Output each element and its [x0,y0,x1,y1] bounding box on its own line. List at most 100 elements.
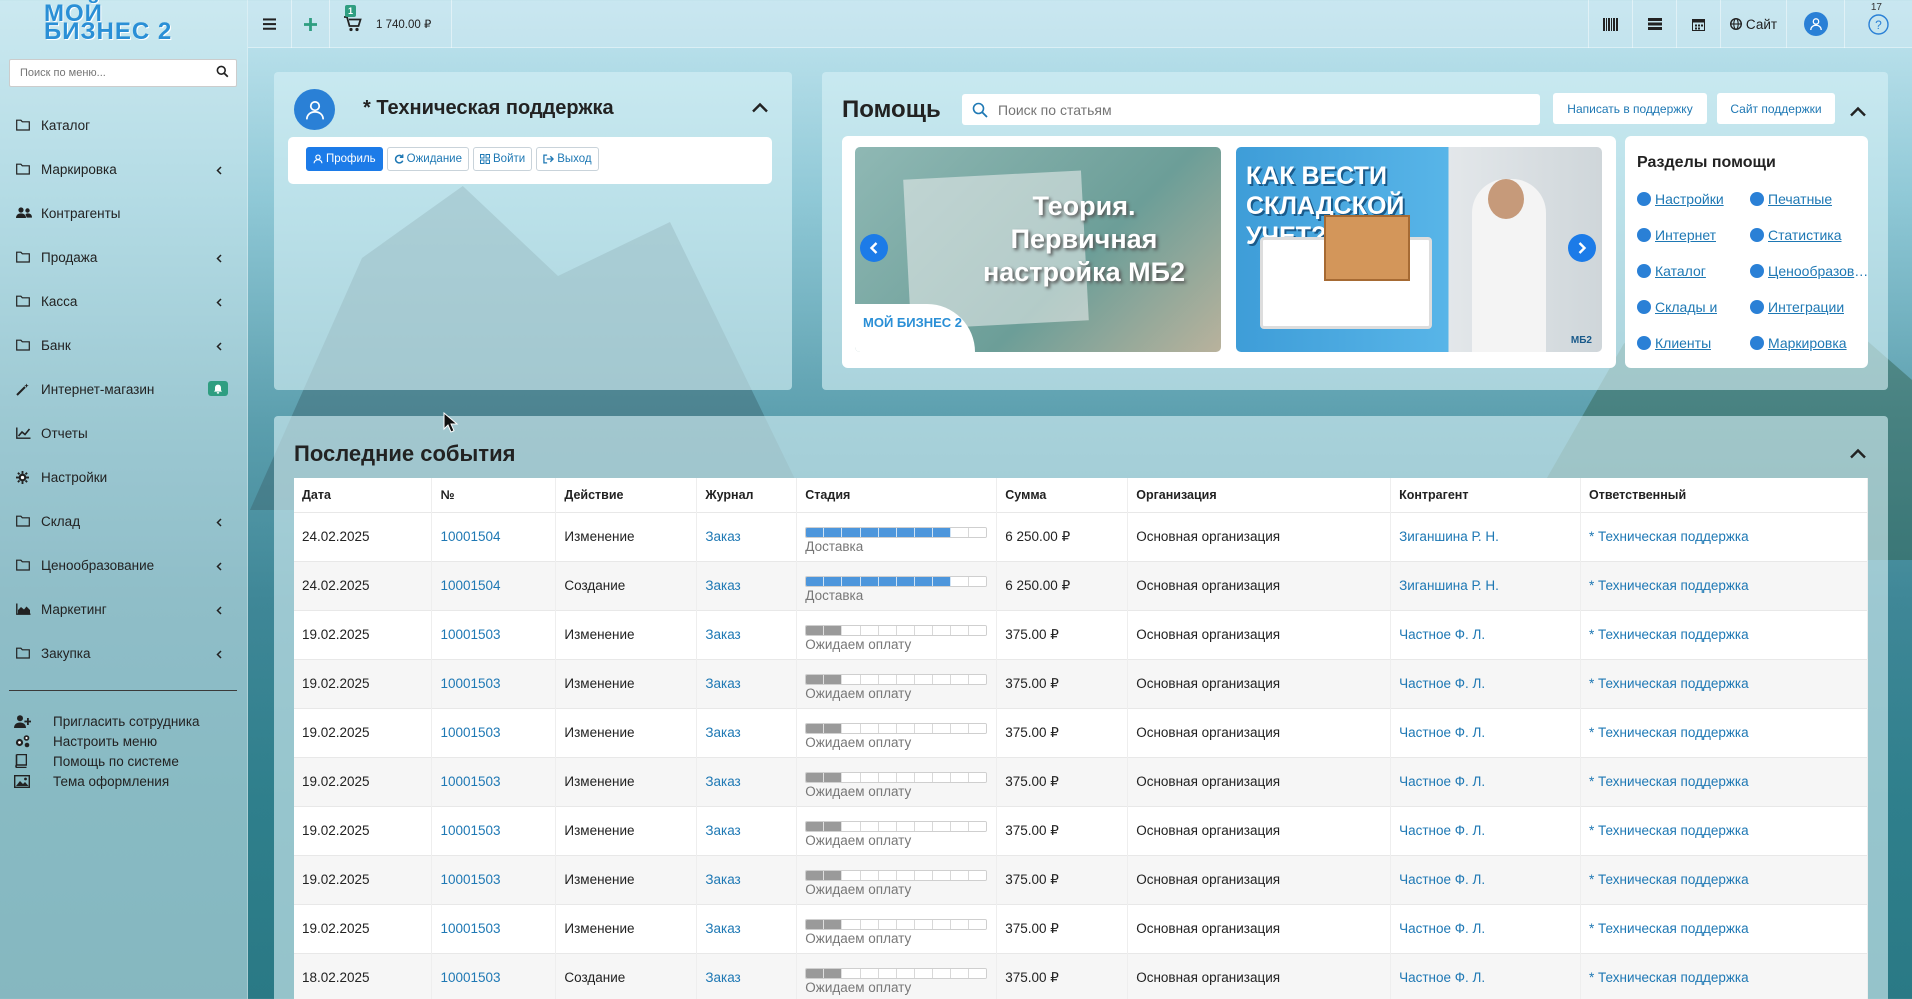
sidebar-item-10[interactable]: Ценообразование [0,543,248,587]
column-header[interactable]: Стадия [796,478,998,512]
support-site-button[interactable]: Сайт поддержки [1717,93,1835,124]
calendar-button[interactable] [1676,0,1720,48]
barcode-button[interactable] [1588,0,1632,48]
app-logo[interactable]: МОЙ БИЗНЕС 2 [0,0,247,48]
cell-responsible-link[interactable]: * Техническая поддержка [1580,560,1868,610]
table-row[interactable]: 19.02.2025 10001503 Изменение Заказ Ожидаем … [294,609,1868,659]
table-row[interactable]: 19.02.2025 10001503 Изменение Заказ Ожидаем … [294,805,1868,855]
quick-add-button[interactable] [292,0,330,48]
cell-journal-link[interactable]: Заказ [696,511,798,561]
sidebar-item-7[interactable]: Отчеты [0,411,248,455]
table-row[interactable]: 24.02.2025 10001504 Изменение Заказ Доставка… [294,511,1868,561]
cell-responsible-link[interactable]: * Техническая поддержка [1580,854,1868,904]
cell-responsible-link[interactable]: * Техническая поддержка [1580,511,1868,561]
table-row[interactable]: 19.02.2025 10001503 Изменение Заказ Ожидаем … [294,707,1868,757]
table-row[interactable]: 19.02.2025 10001503 Изменение Заказ Ожидаем … [294,903,1868,953]
help-section-link[interactable]: Ценообразование [1750,263,1874,279]
cell-counterparty-link[interactable]: Частное Ф. Л. [1390,756,1582,806]
cell-counterparty-link[interactable]: Частное Ф. Л. [1390,805,1582,855]
sidebar-bottom-link-1[interactable]: Настроить меню [14,731,200,751]
cell-number-link[interactable]: 10001503 [431,658,557,708]
cell-counterparty-link[interactable]: Частное Ф. Л. [1390,707,1582,757]
table-row[interactable]: 19.02.2025 10001503 Изменение Заказ Ожидаем … [294,756,1868,806]
search-icon[interactable] [216,65,229,81]
profile-collapse-button[interactable] [752,101,768,116]
help-section-link[interactable]: Каталог [1637,263,1706,279]
table-row[interactable]: 18.02.2025 10001503 Создание Заказ Ожидаем о… [294,952,1868,999]
sidebar-bottom-link-2[interactable]: Помощь по системе [14,751,200,771]
cell-number-link[interactable]: 10001504 [431,511,557,561]
cell-number-link[interactable]: 10001503 [431,903,557,953]
cell-responsible-link[interactable]: * Техническая поддержка [1580,609,1868,659]
help-section-link[interactable]: Статистика [1750,227,1842,243]
cell-journal-link[interactable]: Заказ [696,560,798,610]
carousel-slide-1[interactable]: Теория. Первичная настройка МБ2 МОЙ БИЗН… [855,147,1221,352]
cell-responsible-link[interactable]: * Техническая поддержка [1580,903,1868,953]
cell-number-link[interactable]: 10001503 [431,609,557,659]
help-section-link[interactable]: Интеграции [1750,299,1844,315]
help-section-link[interactable]: Печатные [1750,191,1832,207]
logout-button[interactable]: Выход [536,147,599,171]
login-button[interactable]: Войти [473,147,533,171]
carousel-slide-2[interactable]: КАК ВЕСТИ СКЛАДСКОЙ УЧЕТ? МБ2 [1236,147,1602,352]
list-view-button[interactable] [1632,0,1676,48]
cell-responsible-link[interactable]: * Техническая поддержка [1580,805,1868,855]
cell-counterparty-link[interactable]: Зиганшина Р. Н. [1390,511,1582,561]
cell-journal-link[interactable]: Заказ [696,756,798,806]
sidebar-item-8[interactable]: Настройки [0,455,248,499]
column-header[interactable]: Контрагент [1390,478,1582,512]
help-collapse-button[interactable] [1850,105,1866,120]
cell-responsible-link[interactable]: * Техническая поддержка [1580,952,1868,999]
cell-responsible-link[interactable]: * Техническая поддержка [1580,707,1868,757]
column-header[interactable]: Действие [555,478,698,512]
cell-counterparty-link[interactable]: Частное Ф. Л. [1390,952,1582,999]
write-support-button[interactable]: Написать в поддержку [1553,93,1707,124]
menu-toggle-button[interactable] [248,0,292,48]
sidebar-item-4[interactable]: Касса [0,279,248,323]
profile-button[interactable]: Профиль [306,147,383,171]
column-header[interactable]: Организация [1127,478,1392,512]
cell-number-link[interactable]: 10001503 [431,854,557,904]
sidebar-item-9[interactable]: Склад [0,499,248,543]
cell-counterparty-link[interactable]: Частное Ф. Л. [1390,658,1582,708]
sidebar-item-3[interactable]: Продажа [0,235,248,279]
cell-number-link[interactable]: 10001503 [431,756,557,806]
cell-counterparty-link[interactable]: Частное Ф. Л. [1390,854,1582,904]
help-section-link[interactable]: Интернет [1637,227,1716,243]
column-header[interactable]: Дата [294,478,433,512]
cell-responsible-link[interactable]: * Техническая поддержка [1580,756,1868,806]
cell-number-link[interactable]: 10001503 [431,805,557,855]
sidebar-bottom-link-3[interactable]: Тема оформления [14,771,200,791]
cell-number-link[interactable]: 10001503 [431,707,557,757]
column-header[interactable]: Сумма [996,478,1129,512]
sidebar-item-11[interactable]: Маркетинг [0,587,248,631]
sidebar-item-5[interactable]: Банк [0,323,248,367]
cell-counterparty-link[interactable]: Частное Ф. Л. [1390,609,1582,659]
cell-journal-link[interactable]: Заказ [696,609,798,659]
site-button[interactable]: Сайт [1720,0,1786,48]
user-menu-button[interactable] [1786,0,1844,48]
column-header[interactable]: Журнал [696,478,798,512]
sidebar-item-2[interactable]: Контрагенты [0,191,248,235]
carousel-prev-button[interactable] [860,234,888,262]
help-section-link[interactable]: Маркировка [1750,335,1847,351]
cell-number-link[interactable]: 10001503 [431,952,557,999]
help-section-link[interactable]: Настройки [1637,191,1724,207]
table-row[interactable]: 19.02.2025 10001503 Изменение Заказ Ожидаем … [294,658,1868,708]
cell-counterparty-link[interactable]: Зиганшина Р. Н. [1390,560,1582,610]
carousel-next-button[interactable] [1568,234,1596,262]
help-search-input[interactable] [998,94,1538,125]
cell-number-link[interactable]: 10001504 [431,560,557,610]
sidebar-item-12[interactable]: Закупка [0,631,248,675]
sidebar-item-1[interactable]: Маркировка [0,147,248,191]
help-section-link[interactable]: Клиенты [1637,335,1711,351]
menu-search-input[interactable] [10,60,205,86]
column-header[interactable]: Ответственный [1580,478,1868,512]
waiting-button[interactable]: Ожидание [386,147,469,171]
sidebar-item-6[interactable]: Интернет-магазин [0,367,248,411]
cart-button[interactable]: 1 1 740.00 ₽ [330,0,452,48]
cell-counterparty-link[interactable]: Частное Ф. Л. [1390,903,1582,953]
cell-journal-link[interactable]: Заказ [696,805,798,855]
cell-journal-link[interactable]: Заказ [696,658,798,708]
cell-journal-link[interactable]: Заказ [696,952,798,999]
